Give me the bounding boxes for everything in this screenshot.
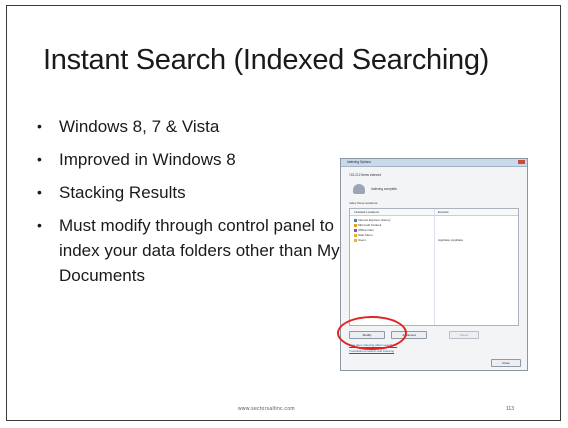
bullet-item: • Improved in Windows 8 xyxy=(37,147,357,172)
column-divider xyxy=(434,209,435,325)
dialog-title: Indexing Options xyxy=(347,160,371,164)
locations-label: Index these locations: xyxy=(349,201,379,205)
close-icon[interactable] xyxy=(518,160,525,164)
bullet-icon: • xyxy=(37,217,42,233)
bullet-list: • Windows 8, 7 & Vista • Improved in Windo… xyxy=(37,114,357,296)
folder-icon xyxy=(354,238,357,242)
highlight-ellipse xyxy=(337,316,407,350)
list-item[interactable]: Microsoft Outlook xyxy=(354,223,381,227)
column-header-exclude[interactable]: Exclude xyxy=(438,210,449,214)
exclude-value: AppData; AppData xyxy=(438,238,463,242)
list-item[interactable]: Users xyxy=(354,238,366,242)
folder-icon xyxy=(354,233,357,237)
bullet-item: • Windows 8, 7 & Vista xyxy=(37,114,357,139)
items-indexed-count: 743,212 items indexed xyxy=(349,173,382,177)
dialog-close-button[interactable]: Close xyxy=(491,359,521,367)
internet-explorer-icon xyxy=(354,218,357,222)
indexing-status: Indexing complete. xyxy=(371,187,398,191)
column-header-included[interactable]: Included Locations xyxy=(354,210,379,214)
list-item[interactable]: Start Menu xyxy=(354,233,373,237)
list-item[interactable]: Offline Files xyxy=(354,228,374,232)
list-item[interactable]: Internet Explorer History xyxy=(354,218,390,222)
page-number: 113 xyxy=(506,406,514,412)
bullet-icon: • xyxy=(37,184,42,200)
slide-title: Instant Search (Indexed Searching) xyxy=(43,44,490,76)
dialog-titlebar: Indexing Options xyxy=(341,159,527,167)
folder-icon xyxy=(354,228,357,232)
bullet-item: • Stacking Results xyxy=(37,180,357,205)
locations-list[interactable]: Included Locations Exclude Internet Expl… xyxy=(349,208,519,326)
bullet-item: • Must modify through control panel to in… xyxy=(37,213,357,288)
slide-footer: www.sectorsaltinc.com xyxy=(238,406,295,412)
bullet-icon: • xyxy=(37,151,42,167)
pause-button[interactable]: Pause xyxy=(449,331,479,339)
indexing-icon xyxy=(353,184,365,194)
bullet-icon: • xyxy=(37,118,42,134)
outlook-icon xyxy=(354,223,357,227)
